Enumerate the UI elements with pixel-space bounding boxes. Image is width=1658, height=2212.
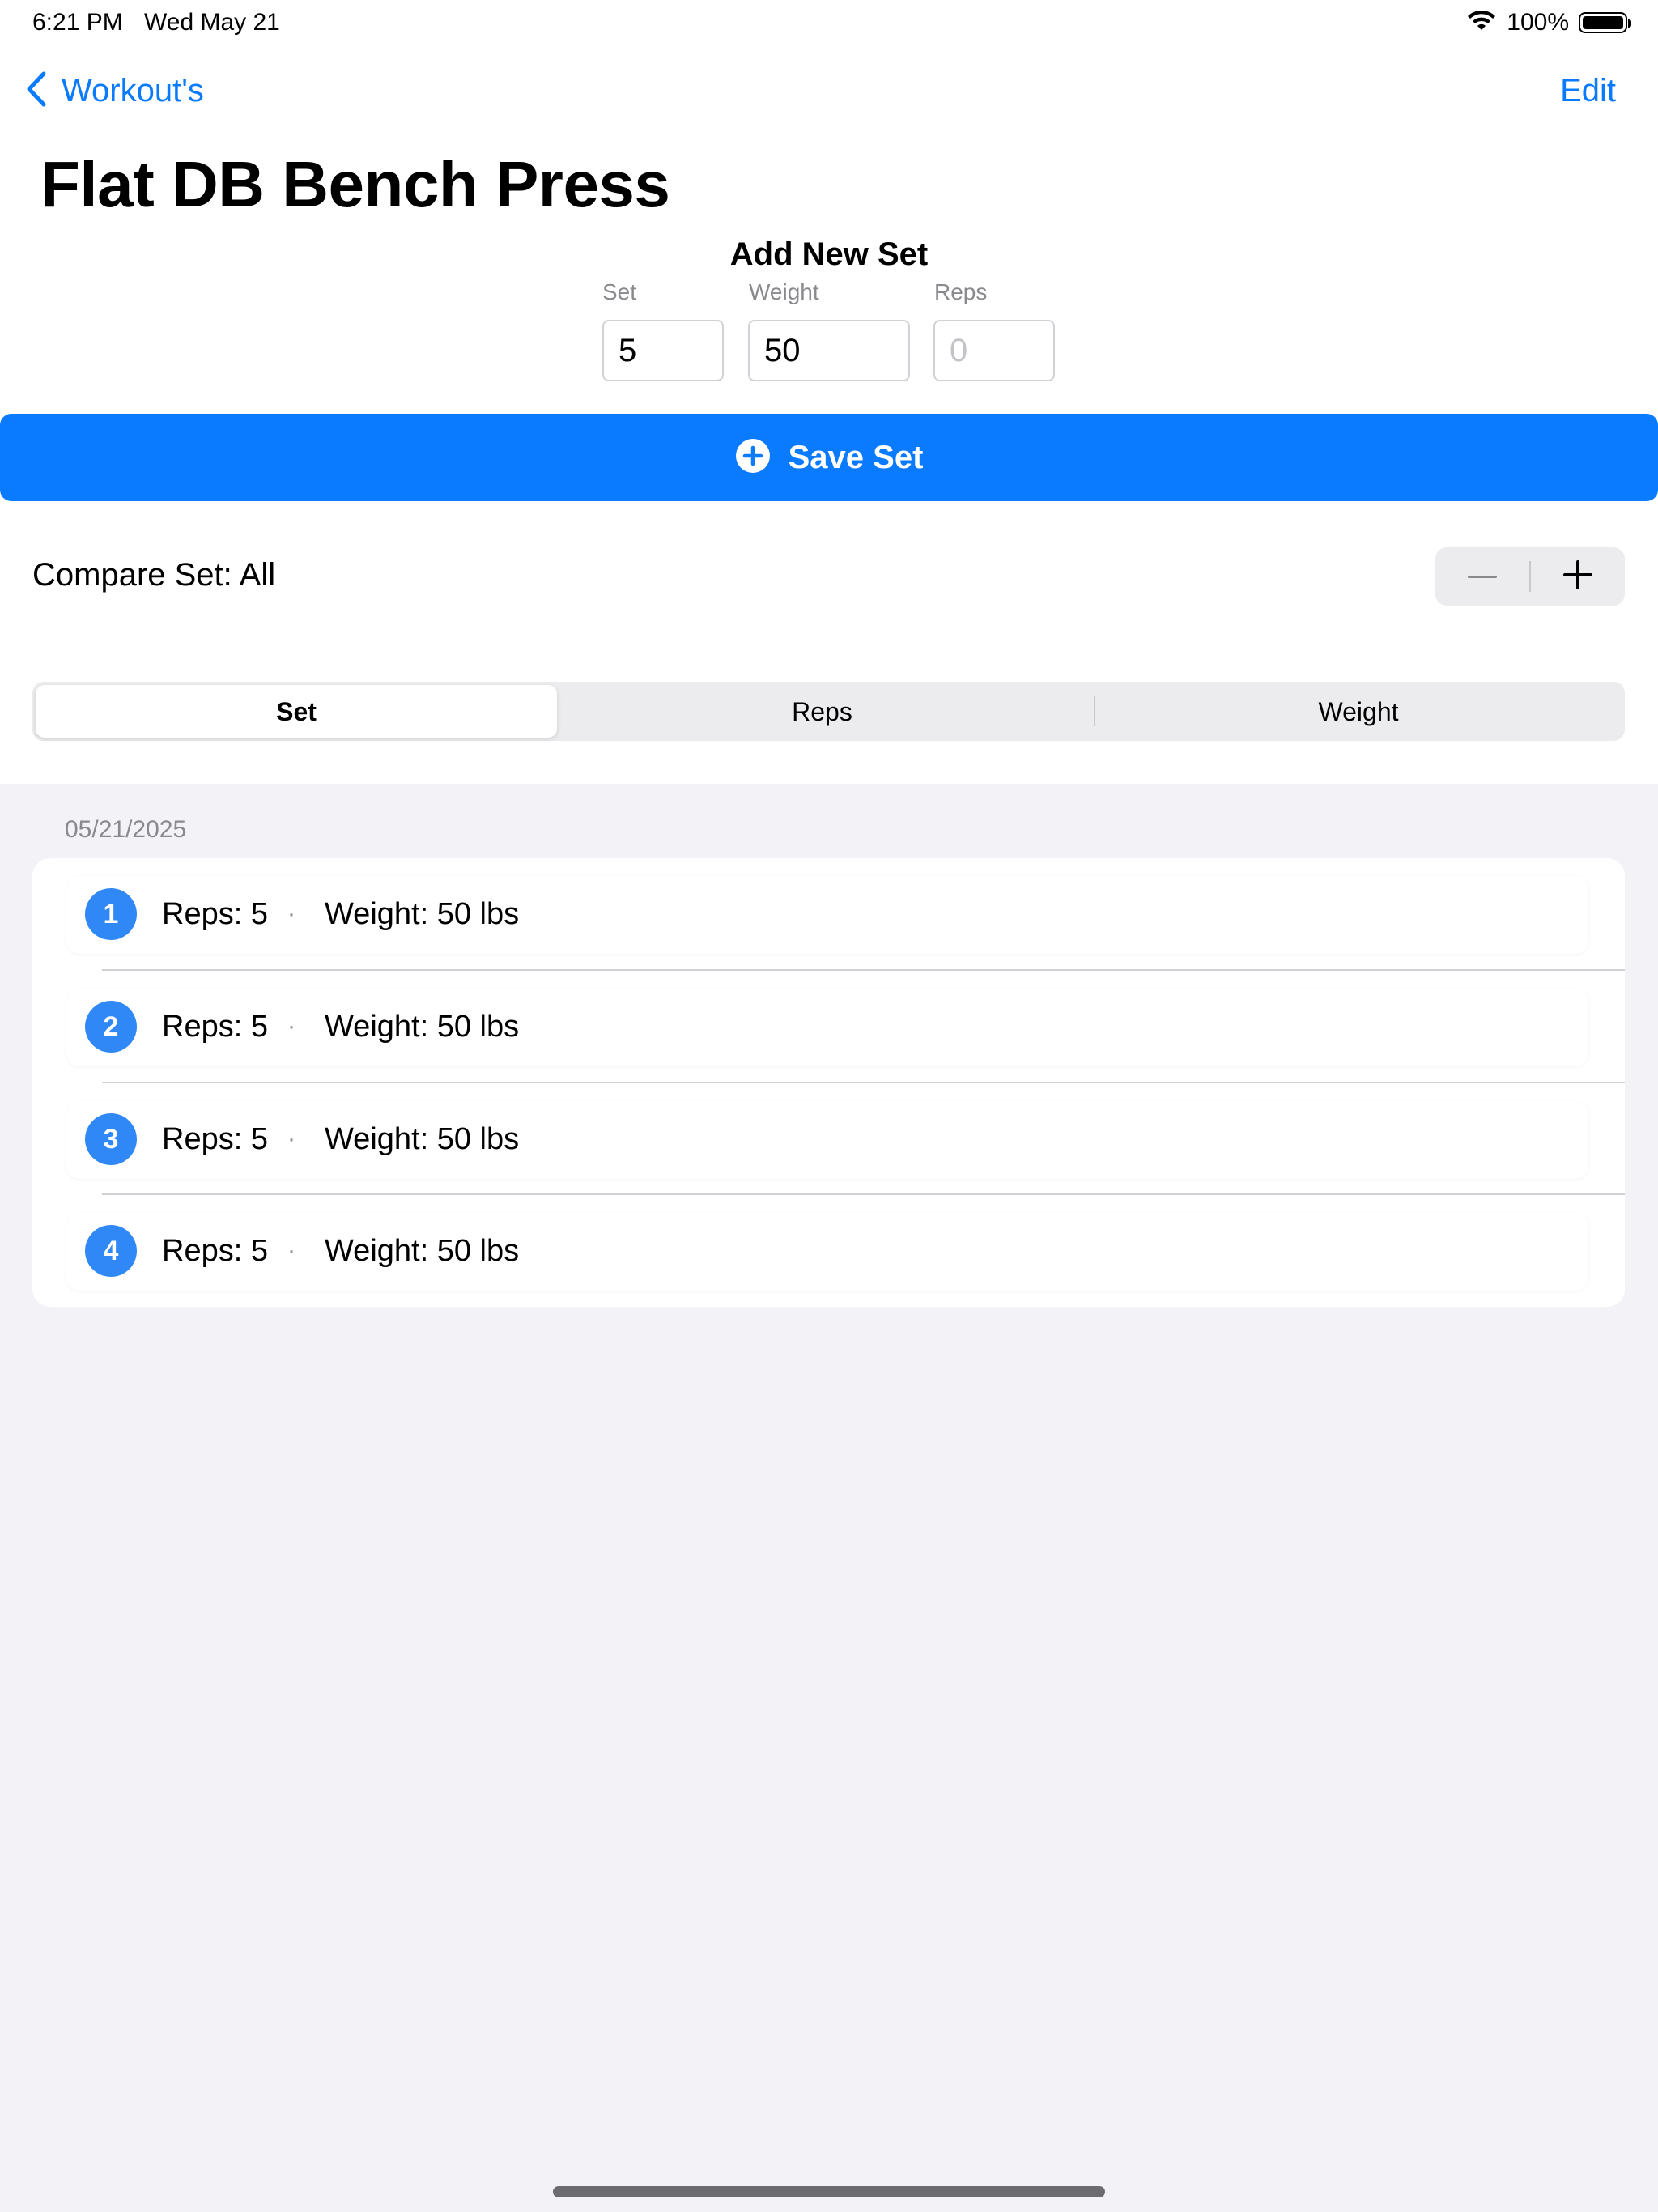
compare-stepper: [1435, 547, 1625, 606]
row-reps: Reps: 5: [162, 1122, 268, 1156]
save-set-button[interactable]: Save Set: [0, 414, 1658, 501]
sort-segmented-control: Set Reps Weight: [32, 682, 1625, 741]
decrement-button[interactable]: [1435, 547, 1529, 606]
chevron-left-icon: [24, 70, 49, 112]
reps-field-label: Reps: [934, 279, 988, 304]
minus-icon: [1466, 569, 1499, 584]
row-reps: Reps: 5: [162, 1010, 268, 1044]
set-field[interactable]: [602, 320, 724, 381]
list-item[interactable]: 4 Reps: 5 · Weight: 50 lbs: [32, 1195, 1625, 1307]
set-field-label: Set: [602, 279, 637, 304]
status-date: Wed May 21: [144, 9, 280, 36]
list-item[interactable]: 1 Reps: 5 · Weight: 50 lbs: [32, 858, 1625, 971]
back-button-label: Workout's: [62, 73, 204, 108]
history-date-header: 05/21/2025: [65, 816, 187, 843]
row-reps: Reps: 5: [162, 1234, 268, 1268]
save-set-label: Save Set: [788, 440, 924, 475]
reps-field[interactable]: [933, 320, 1055, 381]
add-set-heading: Add New Set: [729, 236, 929, 272]
row-weight: Weight: 50 lbs: [325, 1010, 520, 1044]
row-separator-dot: ·: [287, 1237, 295, 1264]
top-panel: [0, 0, 1658, 784]
page-title: Flat DB Bench Press: [40, 148, 670, 220]
battery-icon: [1579, 12, 1631, 33]
status-indicators: 100%: [1466, 6, 1631, 39]
increment-button[interactable]: [1531, 547, 1625, 606]
compare-set-label: Compare Set: All: [32, 557, 276, 593]
row-weight: Weight: 50 lbs: [325, 1234, 520, 1268]
row-separator-dot: ·: [287, 1125, 295, 1152]
set-number-badge: 2: [85, 1001, 137, 1053]
plus-circle-icon: [735, 438, 771, 478]
back-button[interactable]: Workout's: [24, 70, 204, 112]
weight-field-label: Weight: [749, 279, 819, 304]
segment-weight[interactable]: Weight: [1095, 685, 1622, 738]
plus-icon: [1562, 559, 1594, 595]
segment-reps[interactable]: Reps: [557, 685, 1087, 738]
edit-button[interactable]: Edit: [1560, 70, 1616, 112]
history-list: 1 Reps: 5 · Weight: 50 lbs 2 Reps: 5 · W…: [32, 858, 1625, 1307]
row-separator-dot: ·: [287, 900, 295, 927]
row-weight: Weight: 50 lbs: [325, 897, 520, 931]
row-weight: Weight: 50 lbs: [325, 1122, 520, 1156]
weight-field[interactable]: [748, 320, 910, 381]
battery-percent: 100%: [1507, 9, 1569, 36]
set-number-badge: 4: [85, 1225, 137, 1277]
home-indicator[interactable]: [553, 2186, 1105, 2197]
status-time: 6:21 PM: [32, 9, 123, 36]
row-reps: Reps: 5: [162, 897, 268, 931]
set-number-badge: 1: [85, 888, 137, 940]
segment-set[interactable]: Set: [36, 685, 557, 738]
row-separator-dot: ·: [287, 1013, 295, 1040]
wifi-icon: [1466, 10, 1497, 36]
set-number-badge: 3: [85, 1113, 137, 1165]
list-item[interactable]: 2 Reps: 5 · Weight: 50 lbs: [32, 971, 1625, 1083]
list-item[interactable]: 3 Reps: 5 · Weight: 50 lbs: [32, 1083, 1625, 1196]
